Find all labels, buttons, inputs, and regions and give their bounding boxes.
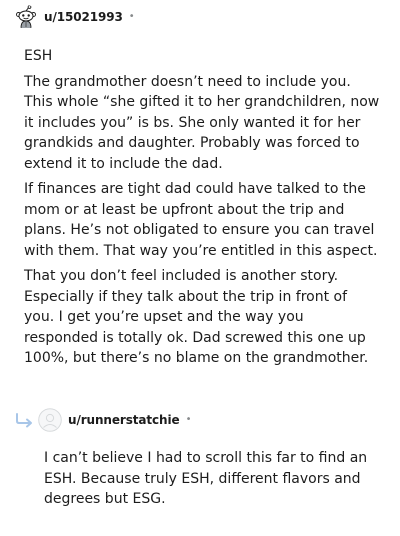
reply-body: I can’t believe I had to scroll this far… bbox=[44, 448, 374, 510]
comment-header: u/15021993 • bbox=[14, 4, 135, 30]
reply-header: u/runnerstatchie • bbox=[14, 406, 191, 434]
snoo-avatar-icon[interactable] bbox=[14, 5, 38, 29]
comment-paragraph: The grandmother doesn’t need to include … bbox=[24, 73, 380, 172]
comment-body: ESH The grandmother doesn’t need to incl… bbox=[24, 46, 380, 374]
comment-username[interactable]: u/15021993 bbox=[44, 10, 123, 24]
meta-separator: • bbox=[128, 10, 135, 22]
default-avatar-icon[interactable] bbox=[38, 408, 62, 432]
comment-paragraph: ESH bbox=[24, 48, 53, 64]
reply-username[interactable]: u/runnerstatchie bbox=[68, 413, 180, 427]
comment-paragraph: That you don’t feel included is another … bbox=[24, 268, 369, 366]
comment-paragraph: If finances are tight dad could have tal… bbox=[24, 181, 378, 259]
reply-paragraph: I can’t believe I had to scroll this far… bbox=[44, 450, 368, 507]
reply-arrow-icon bbox=[16, 413, 32, 428]
meta-separator: • bbox=[185, 413, 192, 425]
